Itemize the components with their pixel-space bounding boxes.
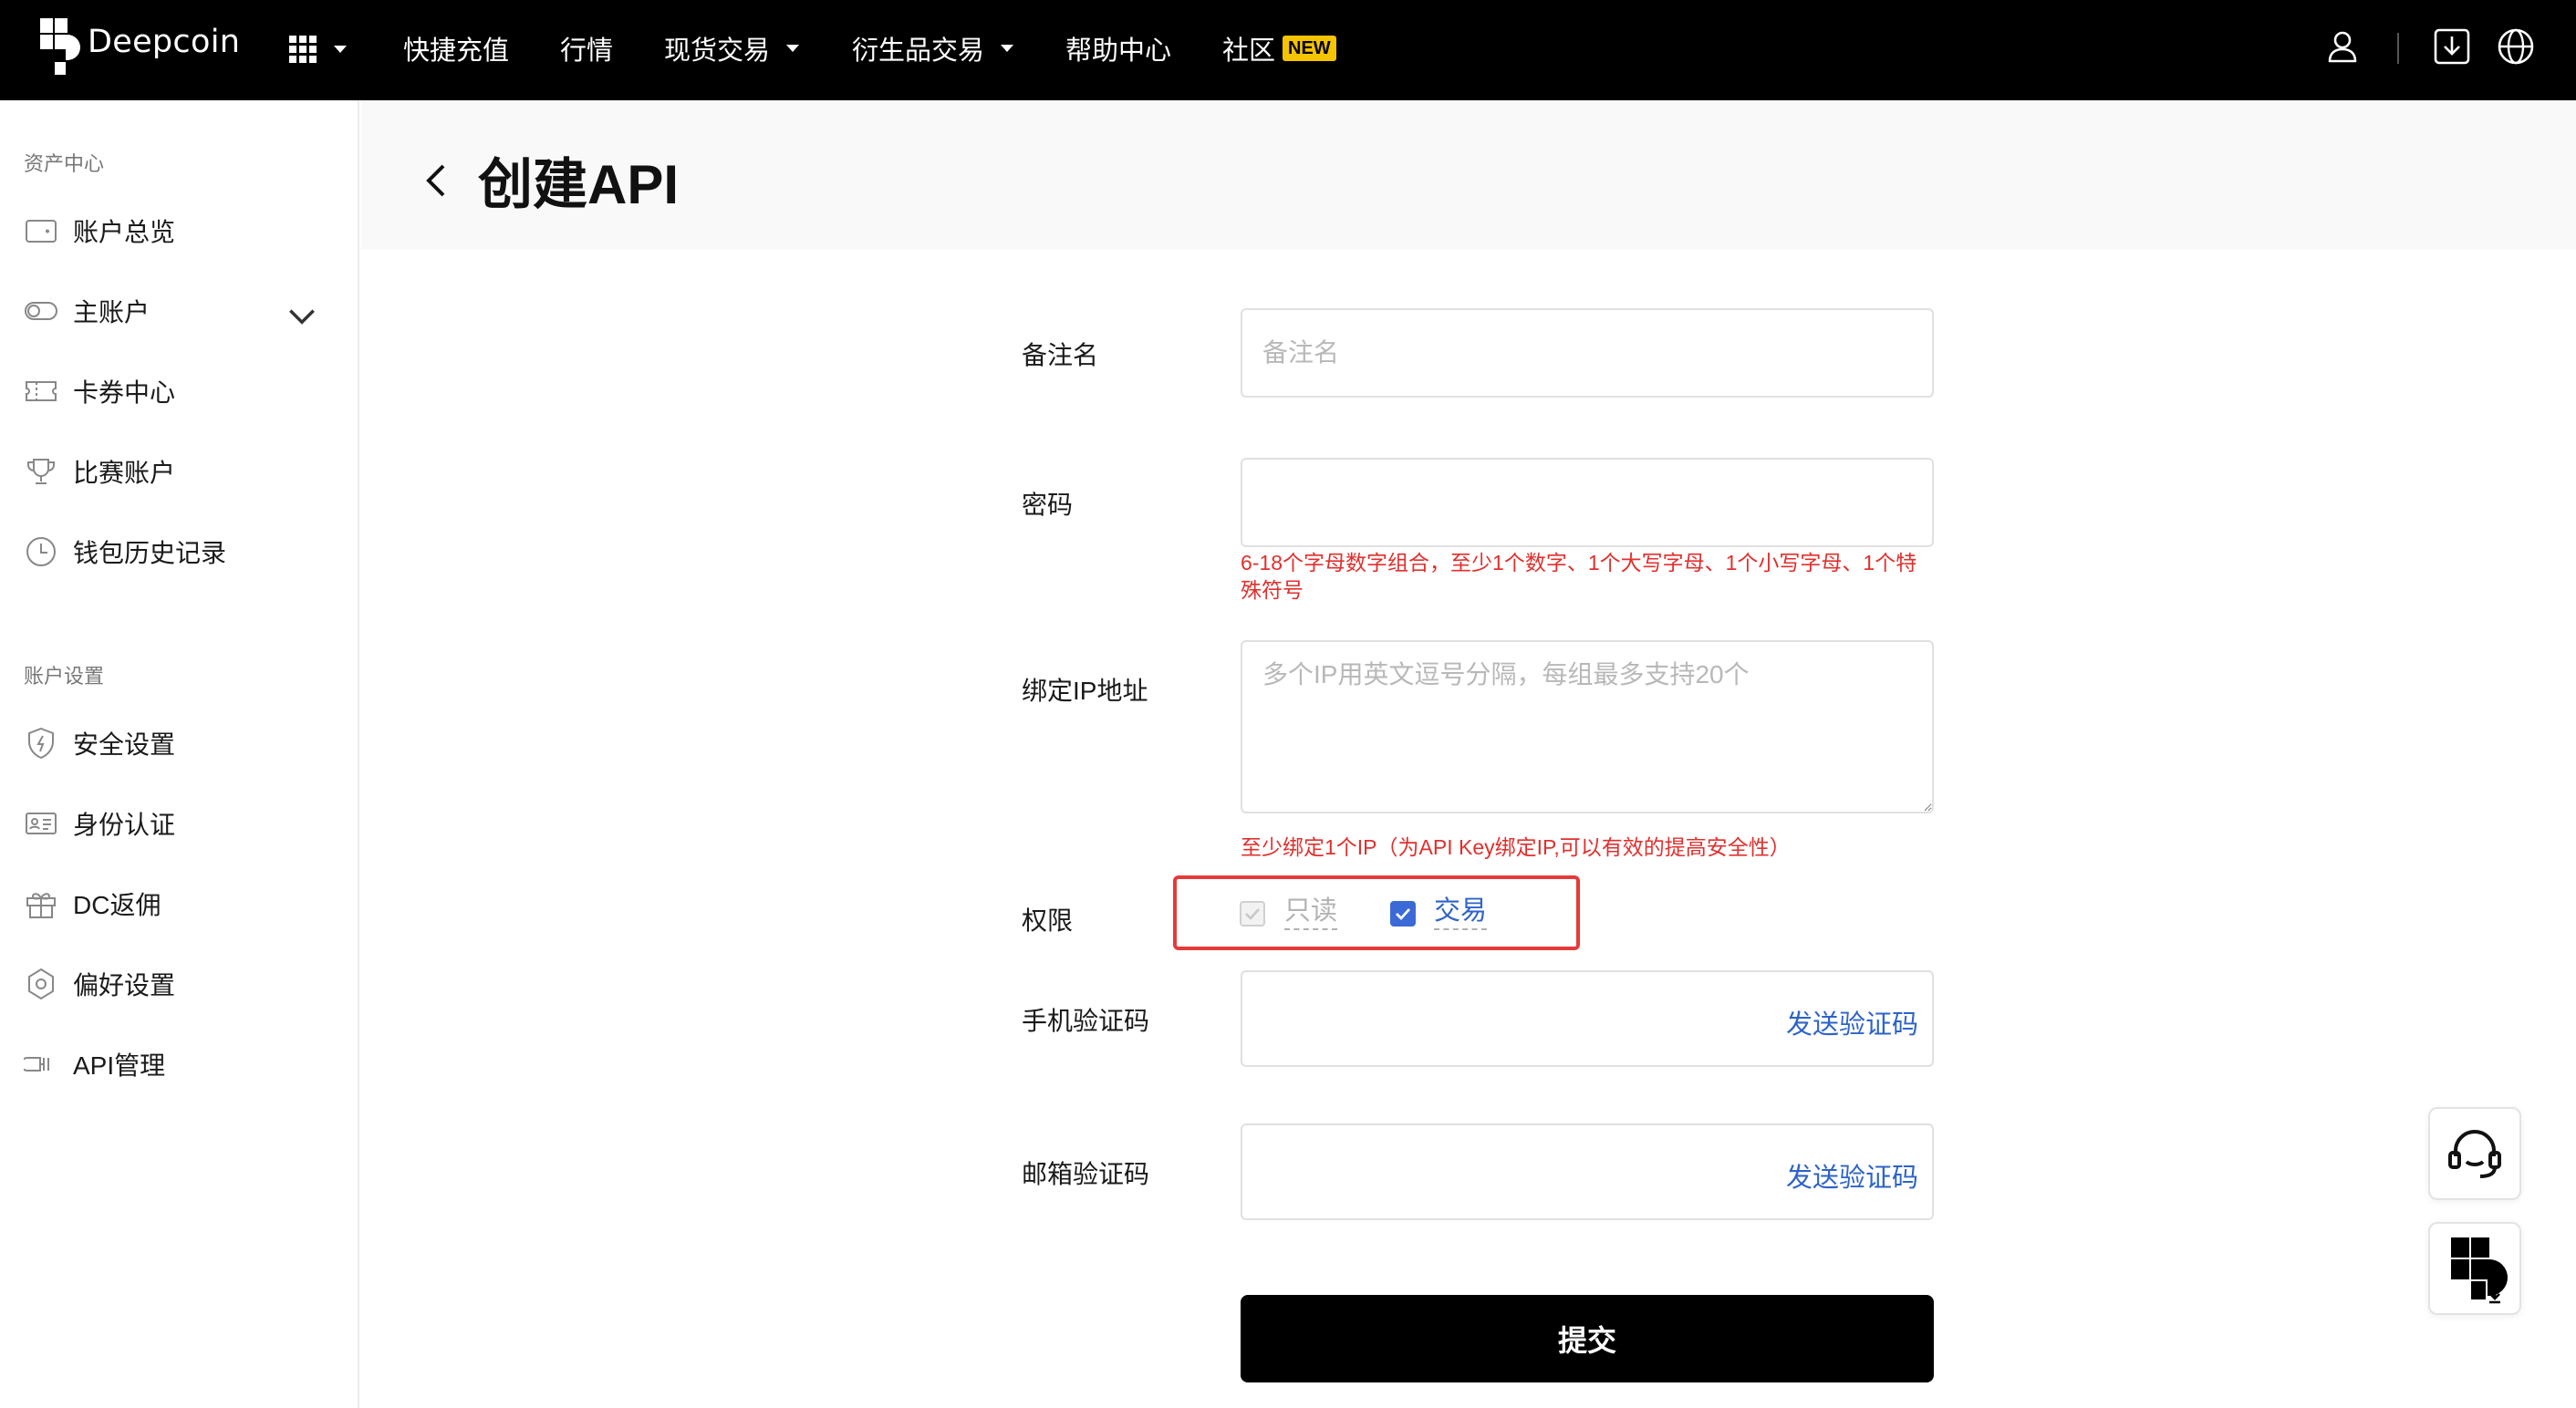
send-phone-code-button[interactable]: 发送验证码 [1786,1003,1918,1041]
page-title: 创建API [478,154,680,215]
submit-button[interactable]: 提交 [1241,1295,1934,1382]
chevron-down-icon[interactable] [285,299,319,334]
headset-icon [2448,1130,2501,1178]
bind-ip-textarea[interactable] [1241,640,1934,813]
divider [2397,33,2399,64]
password-label: 密码 [1022,491,1074,519]
checkmark-icon [1396,908,1411,921]
shield-icon [28,727,54,760]
sidebar-item-wallet-history[interactable]: 钱包历史记录 [24,529,334,575]
nav-help-center[interactable]: 帮助中心 [1065,27,1171,69]
readonly-checkbox [1240,901,1265,927]
settings-icon [28,968,54,1000]
sidebar-item-competition-account[interactable]: 比赛账户 [24,449,334,494]
download-icon[interactable] [2432,26,2472,67]
permission-highlight-box [1173,875,1580,950]
sidebar-item-api-management[interactable]: API管理 [24,1041,334,1087]
nav-markets[interactable]: 行情 [560,27,613,69]
trade-label[interactable]: 交易 [1434,896,1488,930]
sidebar: 资产中心 账户总览 主账户 卡券中心 比赛账户 钱包历史记录 账户设置 安全设置… [0,100,359,1408]
nav-community[interactable]: 社区 NEW [1222,27,1336,69]
apps-grid-icon [289,36,317,63]
gift-icon [26,893,56,918]
page-header [361,100,2576,250]
sidebar-item-security[interactable]: 安全设置 [24,720,334,766]
bind-ip-label: 绑定IP地址 [1022,677,1148,705]
chevron-down-icon [334,46,347,53]
new-badge: NEW [1283,36,1336,61]
email-code-label: 邮箱验证码 [1022,1160,1150,1188]
permission-label: 权限 [1022,906,1074,935]
sidebar-item-account-overview[interactable]: 账户总览 [24,208,334,254]
remark-input[interactable] [1241,308,1934,398]
remark-label: 备注名 [1022,341,1099,369]
sidebar-item-identity[interactable]: 身份认证 [24,801,334,846]
brand-name[interactable]: Deepcoin [88,24,240,60]
id-card-icon [26,813,57,834]
clock-icon [26,537,56,566]
nav-spot-trading[interactable]: 现货交易 [664,27,800,69]
chevron-down-icon [1001,45,1014,52]
sidebar-item-main-account[interactable]: 主账户 [24,288,334,334]
sidebar-section-settings: 账户设置 [24,665,105,688]
globe-icon[interactable] [2496,26,2536,67]
wallet-icon [26,220,57,243]
toggle-icon [25,302,57,320]
sidebar-item-preferences[interactable]: 偏好设置 [24,961,334,1007]
sidebar-section-assets: 资产中心 [24,152,105,175]
app-download-button[interactable] [2428,1222,2521,1315]
trade-checkbox[interactable] [1390,901,1416,927]
chevron-down-icon [786,45,800,52]
nav-quick-deposit[interactable]: 快捷充值 [403,27,509,69]
trophy-icon [27,459,55,484]
readonly-label: 只读 [1284,896,1338,930]
user-icon[interactable] [2322,26,2363,67]
top-navbar: Deepcoin 快捷充值 行情 现货交易 衍生品交易 帮助中心 社区 NEW [0,0,2576,100]
ticket-icon [26,381,57,401]
sidebar-item-dc-rebate[interactable]: DC返佣 [24,881,334,927]
bind-ip-hint: 至少绑定1个IP（为API Key绑定IP,可以有效的提高安全性） [1241,835,1791,859]
password-hint: 6-18个字母数字组合，至少1个数字、1个大写字母、1个小写字母、1个特殊符号 [1241,551,1917,602]
api-icon [24,1057,49,1072]
apps-menu-button[interactable] [288,29,352,69]
send-email-code-button[interactable]: 发送验证码 [1786,1156,1918,1195]
nav-derivatives[interactable]: 衍生品交易 [852,27,1014,69]
back-arrow-icon[interactable] [420,159,451,202]
password-input[interactable] [1241,458,1934,547]
sidebar-item-coupon-center[interactable]: 卡券中心 [24,368,334,414]
phone-code-label: 手机验证码 [1022,1007,1150,1035]
checkmark-icon [1245,908,1260,920]
customer-support-button[interactable] [2428,1107,2521,1200]
deepcoin-app-icon [2451,1237,2508,1304]
